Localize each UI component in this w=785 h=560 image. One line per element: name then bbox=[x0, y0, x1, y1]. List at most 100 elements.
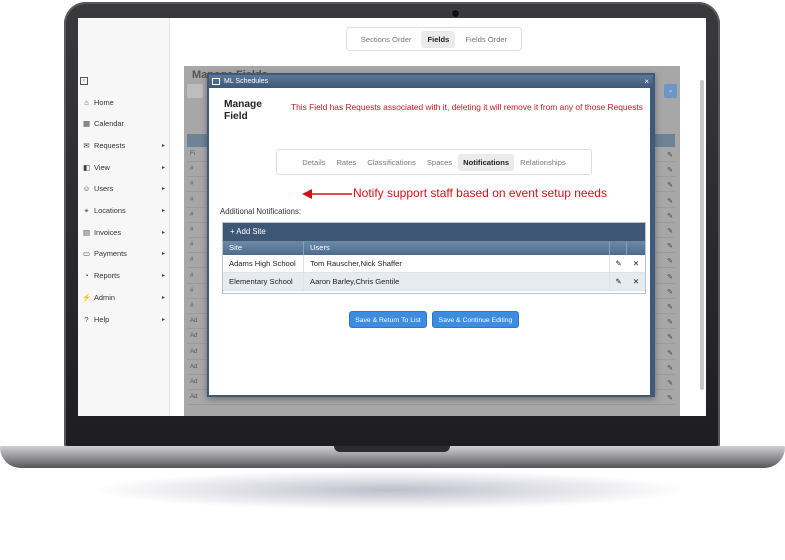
grid-header: Site Users bbox=[223, 241, 645, 255]
sidebar-item-help[interactable]: ? Help ▸ bbox=[82, 312, 168, 326]
sidebar-item-label: View bbox=[94, 162, 110, 172]
table-row[interactable]: Elementary School Aaron Barley,Chris Gen… bbox=[223, 273, 645, 291]
bg-row-marker: Ad bbox=[190, 363, 198, 370]
laptop-shadow bbox=[90, 470, 690, 510]
cell-users: Aaron Barley,Chris Gentile bbox=[304, 273, 610, 291]
collapse-sidebar-icon[interactable]: ‹ bbox=[80, 77, 88, 85]
annotation-text: Notify support staff based on event setu… bbox=[353, 186, 607, 200]
column-site[interactable]: Site bbox=[223, 241, 304, 255]
save-return-button[interactable]: Save & Return To List bbox=[349, 311, 427, 328]
cell-site: Elementary School bbox=[223, 273, 304, 291]
edit-icon: ✎ bbox=[667, 212, 673, 220]
edit-icon: ✎ bbox=[667, 258, 673, 266]
edit-icon: ✎ bbox=[667, 197, 673, 205]
sidebar-item-label: Admin bbox=[94, 292, 115, 302]
tab-classifications[interactable]: Classifications bbox=[362, 154, 421, 171]
bg-row-marker: Ad bbox=[190, 333, 198, 340]
payments-icon: ▭ bbox=[82, 249, 91, 259]
sidebar-item-label: Users bbox=[94, 184, 114, 194]
chevron-right-icon: ▸ bbox=[161, 142, 165, 149]
home-icon: ⌂ bbox=[84, 97, 89, 107]
chevron-right-icon: ▸ bbox=[161, 186, 165, 193]
modal-titlebar: ML Schedules × bbox=[209, 75, 653, 88]
tab-relationships[interactable]: Relationships bbox=[515, 154, 571, 171]
bg-row-marker: Fi bbox=[190, 151, 195, 157]
edit-icon: ✎ bbox=[667, 243, 673, 251]
sidebar-item-requests[interactable]: ✉ Requests ▸ bbox=[82, 138, 168, 152]
admin-icon: ⚡ bbox=[82, 292, 92, 302]
sidebar-item-calendar[interactable]: ▦ Calendar bbox=[82, 117, 168, 131]
edit-icon: ✎ bbox=[667, 288, 673, 296]
camera-icon bbox=[452, 10, 459, 17]
bg-row-marker: # bbox=[190, 257, 194, 264]
edit-icon[interactable]: ✎ bbox=[610, 273, 627, 291]
edit-icon: ✎ bbox=[667, 152, 673, 159]
screen: ‹ ⌂ Home ▦ Calendar ✉ Requests ▸ ◧ View ▸ ☺ Users ▸ ⌖… bbox=[78, 18, 706, 416]
sidebar-item-home[interactable]: ⌂ Home bbox=[82, 95, 168, 109]
bg-search-input[interactable] bbox=[187, 84, 203, 98]
tab-spaces[interactable]: Spaces bbox=[422, 154, 457, 171]
modal-scrollbar[interactable] bbox=[650, 88, 653, 395]
tab-notifications[interactable]: Notifications bbox=[458, 153, 515, 171]
sidebar-item-locations[interactable]: ⌖ Locations ▸ bbox=[82, 204, 168, 218]
window-icon bbox=[212, 78, 220, 85]
modal-window-title: ML Schedules bbox=[224, 78, 269, 85]
column-users[interactable]: Users bbox=[304, 241, 610, 255]
sidebar-item-label: Reports bbox=[94, 271, 120, 281]
laptop-mockup: ‹ ⌂ Home ▦ Calendar ✉ Requests ▸ ◧ View ▸ ☺ Users ▸ ⌖… bbox=[0, 0, 785, 560]
close-icon[interactable]: × bbox=[644, 75, 649, 88]
chevron-right-icon: ▸ bbox=[161, 229, 165, 236]
sidebar-item-label: Payments bbox=[94, 249, 127, 259]
view-icon: ◧ bbox=[82, 162, 91, 172]
chevron-right-icon: ▸ bbox=[161, 208, 165, 214]
sidebar-item-label: Calendar bbox=[94, 119, 124, 129]
bg-row-marker: # bbox=[190, 287, 194, 294]
bg-row-marker: # bbox=[190, 303, 194, 309]
notifications-grid: + Add Site Site Users Adams High School … bbox=[222, 222, 646, 294]
edit-icon: ✎ bbox=[667, 334, 673, 342]
sidebar-item-payments[interactable]: ▭ Payments ▸ bbox=[82, 247, 168, 261]
add-site-button[interactable]: + Add Site bbox=[230, 223, 266, 241]
tab-rates[interactable]: Rates bbox=[331, 154, 361, 171]
tab-details[interactable]: Details bbox=[297, 154, 330, 171]
table-row[interactable]: Adams High School Tom Rauscher,Nick Shaf… bbox=[223, 255, 645, 273]
delete-icon[interactable]: ✕ bbox=[627, 273, 645, 291]
bg-row-marker: # bbox=[190, 272, 194, 279]
delete-icon[interactable]: ✕ bbox=[627, 255, 645, 273]
manage-field-modal: ML Schedules × Manage Field This Field h… bbox=[207, 73, 655, 397]
edit-icon[interactable]: ✎ bbox=[610, 255, 627, 273]
warning-text: This Field has Requests associated with … bbox=[291, 102, 643, 112]
calendar-icon: ▦ bbox=[82, 119, 91, 129]
sidebar-item-invoices[interactable]: ▤ Invoices ▸ bbox=[82, 225, 168, 239]
page-scrollbar[interactable] bbox=[699, 80, 705, 390]
chevron-right-icon: ▸ bbox=[161, 273, 165, 280]
tab-fields-order[interactable]: Fields Order bbox=[459, 31, 513, 48]
tab-fields[interactable]: Fields bbox=[421, 30, 456, 48]
sidebar-item-admin[interactable]: ⚡ Admin ▸ bbox=[82, 290, 168, 304]
requests-icon: ✉ bbox=[83, 140, 90, 150]
edit-icon: ✎ bbox=[667, 304, 673, 311]
bg-row-marker: # bbox=[190, 166, 194, 173]
edit-icon: ✎ bbox=[667, 228, 673, 235]
save-continue-button[interactable]: Save & Continue Editing bbox=[432, 311, 519, 328]
edit-icon: ✎ bbox=[667, 273, 673, 281]
sidebar-item-label: Locations bbox=[94, 206, 126, 215]
users-icon: ☺ bbox=[82, 184, 91, 194]
edit-icon: ✎ bbox=[667, 364, 673, 372]
edit-icon: ✎ bbox=[667, 167, 673, 175]
column-edit bbox=[610, 241, 627, 255]
bg-row-marker: Ad bbox=[190, 318, 198, 325]
modal-title: Manage Field bbox=[224, 99, 262, 122]
edit-icon: ✎ bbox=[667, 395, 673, 403]
sidebar-item-label: Invoices bbox=[94, 227, 122, 237]
top-tabs: Sections Order Fields Fields Order bbox=[346, 27, 522, 51]
grid-toolbar: + Add Site bbox=[223, 223, 645, 241]
sidebar-item-users[interactable]: ☺ Users ▸ bbox=[82, 182, 168, 196]
tab-sections-order[interactable]: Sections Order bbox=[355, 31, 418, 48]
reports-icon: ◔ bbox=[84, 271, 89, 281]
bg-dropdown-button[interactable]: ⌄ bbox=[664, 84, 677, 98]
sidebar-item-view[interactable]: ◧ View ▸ bbox=[82, 160, 168, 174]
edit-icon: ✎ bbox=[667, 349, 673, 357]
page-scrollbar-thumb[interactable] bbox=[700, 80, 704, 390]
sidebar-item-reports[interactable]: ◔ Reports ▸ bbox=[82, 269, 168, 283]
